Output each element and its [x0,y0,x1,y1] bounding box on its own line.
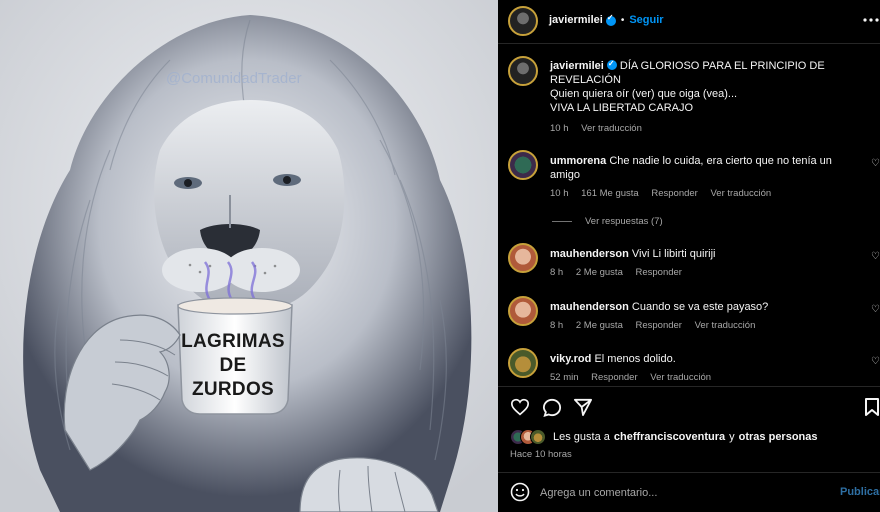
comment-avatar[interactable] [508,348,538,378]
comment-input[interactable] [540,483,820,503]
comment-translate-link[interactable]: Ver traducción [695,320,756,331]
post-time: Hace 10 horas [510,449,572,460]
comment-text: Che nadie lo cuida, era cierto que no te… [609,155,832,167]
comment-text: El menos dolido. [594,353,676,365]
comment-reply-button[interactable]: Responder [636,320,682,331]
caption-line2: REVELACIÓN [550,74,621,86]
comment-translate-link[interactable]: Ver traducción [650,372,711,383]
post-image[interactable]: @ComunidadTrader LAGRIMAS DE ZURDOS [0,0,498,512]
comment-time: 8 h [550,267,564,278]
comment-likes[interactable]: 161 Me gusta [581,188,639,199]
separator-dot: • [620,14,625,26]
comment-like-icon[interactable]: ♡ [871,158,880,169]
comment-time: 8 h [550,320,564,331]
follow-button[interactable]: Seguir [629,14,663,26]
author-username[interactable]: javiermilei [549,14,603,26]
replies-line [552,221,572,222]
caption-line4: VIVA LA LIBERTAD CARAJO [550,102,694,114]
comment-like-icon[interactable]: ♡ [871,304,880,315]
emoji-icon[interactable] [510,482,530,507]
likes-prefix: Les gusta a [553,431,610,443]
comment-like-icon[interactable]: ♡ [871,356,880,367]
comment-avatar[interactable] [508,150,538,180]
likes-user-link[interactable]: cheffranciscoventura [614,431,725,443]
comment-username[interactable]: mauhenderson [550,248,629,260]
caption-line1: DÍA GLORIOSO PARA EL PRINCIPIO DE [619,60,825,72]
more-options-icon[interactable] [862,12,880,28]
post-header: javiermilei • Seguir [498,0,880,44]
publish-button[interactable]: Publicar [840,486,880,498]
image-watermark: @ComunidadTrader [166,70,302,87]
likes-mid: y [729,431,735,443]
comment-box: Publicar [498,472,880,512]
comment-username[interactable]: ummorena [550,155,606,167]
caption-avatar[interactable] [508,56,538,86]
comment-text-cont: amigo [550,169,580,181]
share-icon[interactable] [573,398,593,421]
comment-likes[interactable]: 2 Me gusta [576,320,623,331]
mug-text-line2: DE ZURDOS [191,355,275,400]
comment-likes[interactable]: 2 Me gusta [576,267,623,278]
comment-reply-button[interactable]: Responder [651,188,697,199]
comment-time: 52 min [550,372,579,383]
mug-text-line1: LAGRIMAS [181,331,285,352]
comment-text: Cuando se va este payaso? [631,301,769,313]
caption-username[interactable]: javiermilei [550,60,604,72]
post-actions: Les gusta a cheffranciscoventura y otras… [498,386,880,472]
comment-username[interactable]: mauhenderson [550,301,629,313]
post-sidebar: javiermilei • Seguir javiermilei DÍA GLO… [498,0,880,512]
comment-avatar[interactable] [508,296,538,326]
comment-icon[interactable] [542,398,562,422]
bookmark-icon[interactable] [864,398,880,421]
comment-avatar[interactable] [508,243,538,273]
liker-avatars [510,429,548,445]
comment-text: Vivi Li libirti quiriji [631,248,716,260]
comment-reply-button[interactable]: Responder [591,372,637,383]
comment-username[interactable]: viky.rod [550,353,591,365]
caption-time: 10 h [550,123,569,134]
caption-line3: Quien quiera oír (ver) que oiga (vea)... [550,88,738,100]
likes-others-link[interactable]: otras personas [739,431,818,443]
mug-text: LAGRIMAS DE ZURDOS [178,330,288,402]
comment-translate-link[interactable]: Ver traducción [710,188,771,199]
author-avatar[interactable] [508,6,538,36]
heart-icon[interactable] [510,398,530,421]
caption-translate-link[interactable]: Ver traducción [581,123,642,134]
comment-like-icon[interactable]: ♡ [871,251,880,262]
verified-badge-icon [606,57,617,71]
view-replies-link[interactable]: Ver respuestas (7) [585,216,663,227]
verified-badge-icon [605,13,616,26]
comment-time: 10 h [550,188,569,199]
comment-reply-button[interactable]: Responder [636,267,682,278]
